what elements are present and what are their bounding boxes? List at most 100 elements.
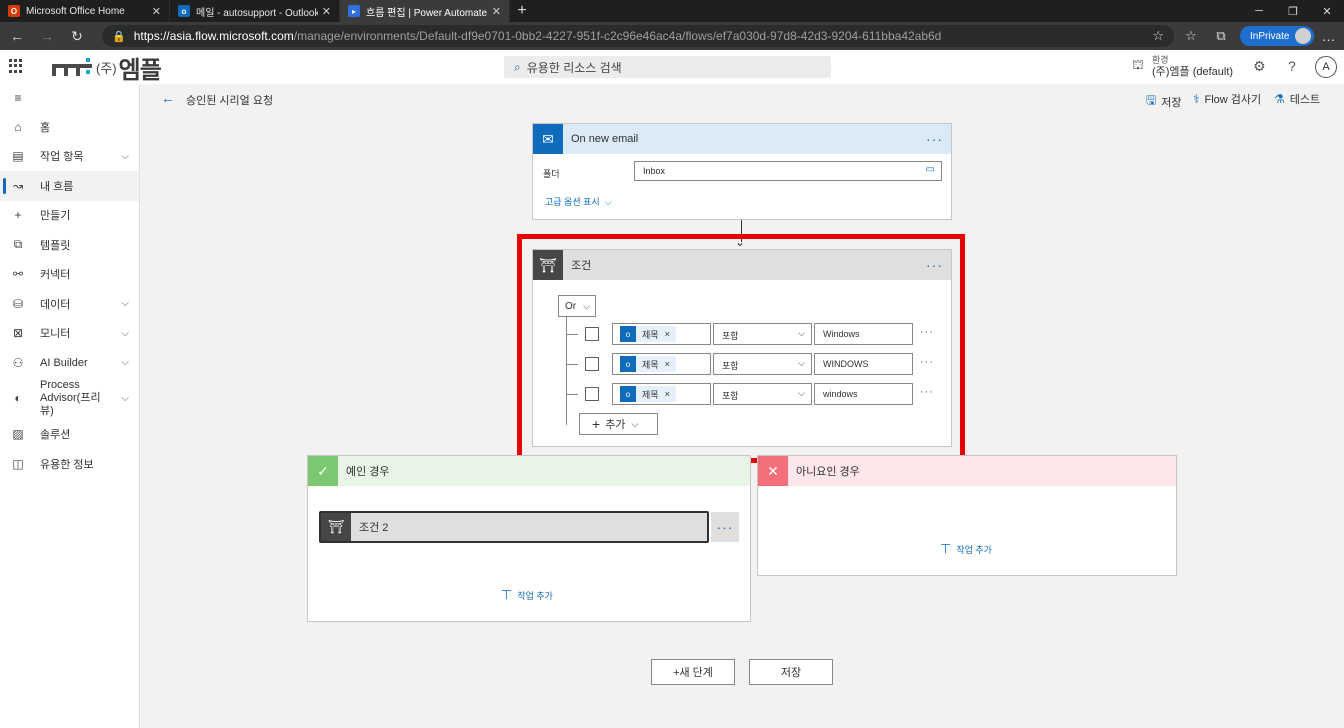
chevron-down-icon: ⌵ bbox=[121, 357, 129, 369]
new-tab-button[interactable]: + bbox=[510, 0, 534, 22]
company-logo[interactable]: (주) 엠플 bbox=[52, 54, 162, 84]
close-icon[interactable]: ✕ bbox=[492, 5, 501, 18]
nav-label: 데이터 bbox=[40, 298, 71, 311]
nav-label: 작업 항목 bbox=[40, 151, 84, 164]
nav-item-ai-builder[interactable]: ⚇ AI Builder ⌵ bbox=[0, 348, 139, 378]
nav-item-process-advisor[interactable]: ◐ Process Advisor(프리뷰) ⌵ bbox=[0, 378, 139, 420]
restore-icon[interactable]: ❐ bbox=[1276, 0, 1310, 22]
flow-icon: ↝ bbox=[12, 178, 24, 193]
search-icon: ⌕ bbox=[514, 59, 521, 74]
add-action-icon: ⊤ bbox=[501, 587, 513, 602]
favorites-icon[interactable]: ☆ bbox=[1176, 28, 1206, 44]
user-avatar[interactable]: A bbox=[1315, 56, 1337, 78]
settings-gear-icon[interactable]: ⚙ bbox=[1253, 58, 1266, 75]
browser-toolbar: ← → ↻ 🔒 https://asia.flow.microsoft.com /… bbox=[0, 22, 1344, 50]
close-icon[interactable]: ✕ bbox=[152, 5, 161, 18]
hamburger-menu[interactable]: ≡ bbox=[0, 84, 139, 112]
chevron-down-icon: ⌵ bbox=[121, 393, 129, 404]
test-button[interactable]: ⚗ 테스트 bbox=[1274, 91, 1320, 107]
outlook-icon: ✉ bbox=[533, 124, 563, 154]
inprivate-label: InPrivate bbox=[1250, 30, 1290, 42]
more-icon[interactable]: … bbox=[1314, 28, 1342, 44]
environment-picker[interactable]: ⛫ 환경 (주)엠플 (default) bbox=[1132, 54, 1233, 78]
back-arrow-icon[interactable]: ← bbox=[161, 90, 175, 106]
nav-label: 만들기 bbox=[40, 210, 71, 223]
resource-search-input[interactable]: ⌕ 유용한 리소스 검색 bbox=[504, 56, 831, 78]
nav-item-data[interactable]: ⛁ 데이터 ⌵ bbox=[0, 289, 139, 319]
browser-tab-bar: O Microsoft Office Home ✕ o 메일 - autosup… bbox=[0, 0, 1344, 22]
nav-item-connectors[interactable]: ⚯ 커넥터 bbox=[0, 260, 139, 290]
search-placeholder: 유용한 리소스 검색 bbox=[526, 60, 622, 75]
plus-icon: + bbox=[14, 208, 22, 223]
flow-designer-canvas: ✉ On new email ··· 폴더 Inbox ▭ 고급 옵션 표시 ⌵… bbox=[141, 112, 1344, 728]
window-controls: ─ ❐ ✕ bbox=[1242, 0, 1344, 22]
chevron-down-icon: ⌵ bbox=[121, 150, 129, 162]
new-step-label: +새 단계 bbox=[673, 667, 713, 679]
nav-item-templates[interactable]: ⧉ 템플릿 bbox=[0, 230, 139, 260]
if-yes-title: 예인 경우 bbox=[346, 466, 390, 478]
nav-item-create[interactable]: + 만들기 bbox=[0, 201, 139, 231]
logo-sub: (주) bbox=[96, 60, 117, 76]
more-options-icon[interactable]: ··· bbox=[711, 512, 739, 542]
more-options-icon[interactable]: ··· bbox=[926, 131, 943, 147]
refresh-icon[interactable]: ↻ bbox=[64, 22, 90, 50]
nav-label: 솔루션 bbox=[40, 429, 71, 442]
connector-icon: ⚯ bbox=[12, 267, 24, 282]
help-icon[interactable]: ? bbox=[1288, 58, 1296, 74]
chevron-down-icon: ⌵ bbox=[602, 197, 612, 207]
monitor-icon: ⊠ bbox=[12, 326, 24, 341]
browser-tab-office[interactable]: O Microsoft Office Home ✕ bbox=[0, 0, 170, 22]
close-window-icon[interactable]: ✕ bbox=[1310, 0, 1344, 22]
home-icon: ⌂ bbox=[14, 119, 22, 134]
test-label: 테스트 bbox=[1289, 94, 1321, 106]
if-yes-header: ✓ 예인 경우 bbox=[308, 456, 750, 486]
collections-icon[interactable]: ⧉ bbox=[1206, 28, 1236, 44]
logo-name: 엠플 bbox=[118, 56, 162, 84]
folder-picker-icon[interactable]: ▭ bbox=[926, 164, 935, 175]
if-no-branch: ✕ 아니요인 경우 ⊤ 작업 추가 bbox=[757, 455, 1177, 576]
advanced-options-label: 고급 옵션 표시 bbox=[545, 197, 600, 207]
save-command-button[interactable]: 🖫 저장 bbox=[1146, 91, 1181, 112]
new-step-button[interactable]: +새 단계 bbox=[651, 659, 735, 685]
back-arrow-icon[interactable]: ← bbox=[4, 22, 30, 50]
power-automate-icon: ▸ bbox=[348, 5, 360, 17]
nav-label: AI Builder bbox=[40, 356, 88, 369]
trigger-card-header[interactable]: ✉ On new email ··· bbox=[533, 124, 951, 154]
save-button[interactable]: 저장 bbox=[749, 659, 833, 685]
nav-label: 유용한 정보 bbox=[40, 458, 94, 471]
nav-item-learn[interactable]: ◫ 유용한 정보 bbox=[0, 449, 139, 479]
flow-checker-button[interactable]: ⚕ Flow 검사기 bbox=[1193, 91, 1261, 107]
nav-item-home[interactable]: ⌂ 홈 bbox=[0, 112, 139, 142]
folder-field[interactable]: Inbox ▭ bbox=[634, 161, 942, 181]
nav-item-monitor[interactable]: ⊠ 모니터 ⌵ bbox=[0, 319, 139, 349]
add-action-button[interactable]: ⊤ 작업 추가 bbox=[940, 541, 992, 557]
nav-item-solutions[interactable]: ▨ 솔루션 bbox=[0, 420, 139, 450]
close-icon[interactable]: ✕ bbox=[322, 5, 331, 18]
highlight-box bbox=[517, 234, 965, 463]
lock-icon: 🔒 bbox=[112, 30, 126, 43]
add-action-button[interactable]: ⊤ 작업 추가 bbox=[501, 587, 553, 603]
flow-name: 승인된 시리얼 요청 bbox=[186, 95, 274, 107]
address-bar[interactable]: 🔒 https://asia.flow.microsoft.com/manage… bbox=[102, 25, 1174, 47]
app-launcher-icon[interactable] bbox=[9, 59, 23, 73]
trigger-card[interactable]: ✉ On new email ··· 폴더 Inbox ▭ 고급 옵션 표시 ⌵ bbox=[532, 123, 952, 220]
solution-icon: ▨ bbox=[12, 427, 24, 442]
forward-arrow-icon[interactable]: → bbox=[34, 22, 60, 50]
minimize-icon[interactable]: ─ bbox=[1242, 0, 1276, 22]
folder-label: 폴더 bbox=[543, 169, 560, 179]
nav-label: 홈 bbox=[40, 121, 51, 134]
condition-2-card[interactable]: ⛩ 조건 2 bbox=[319, 511, 709, 543]
show-advanced-options-link[interactable]: 고급 옵션 표시 ⌵ bbox=[545, 195, 612, 208]
favorite-star-icon[interactable]: ☆ bbox=[1152, 28, 1164, 44]
inprivate-badge[interactable]: InPrivate bbox=[1240, 26, 1315, 46]
nav-label: Process Advisor(프리뷰) bbox=[40, 379, 101, 417]
browser-tab-outlook[interactable]: o 메일 - autosupport - Outlook ✕ bbox=[170, 0, 340, 22]
book-icon: ◫ bbox=[12, 456, 24, 471]
nav-item-action-items[interactable]: ▤ 작업 항목 ⌵ bbox=[0, 142, 139, 172]
folder-value: Inbox bbox=[643, 166, 666, 176]
browser-tab-power-automate[interactable]: ▸ 흐름 편집 | Power Automate ✕ bbox=[340, 0, 510, 22]
nav-item-my-flows[interactable]: ↝ 내 흐름 bbox=[0, 171, 139, 201]
environment-icon: ⛫ bbox=[1132, 57, 1144, 72]
checkmark-icon: ✓ bbox=[308, 456, 338, 486]
condition-2-title: 조건 2 bbox=[359, 522, 389, 534]
